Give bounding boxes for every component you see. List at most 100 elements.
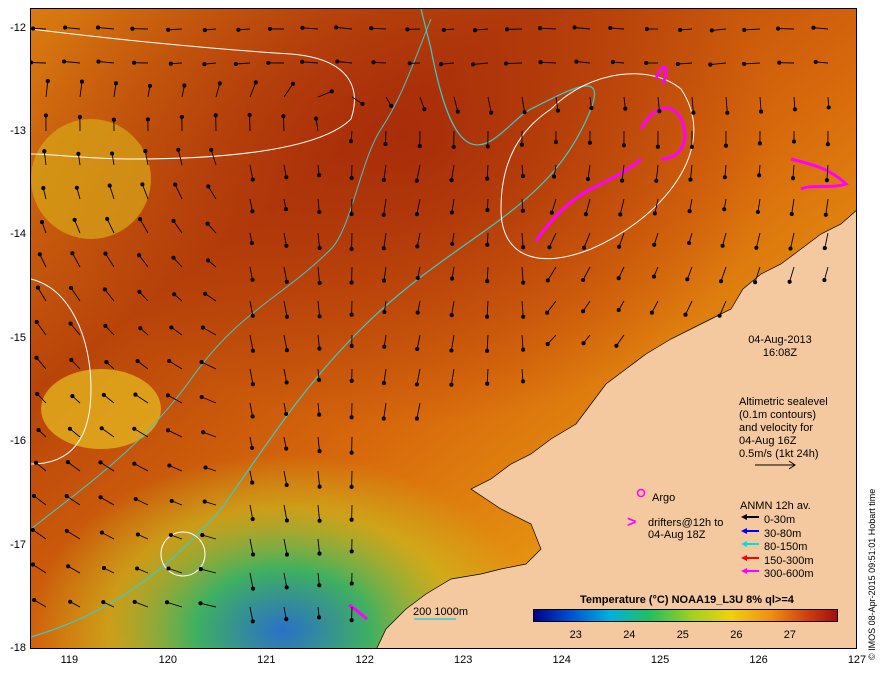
velocity-arrow-head — [317, 412, 322, 417]
velocity-arrow-head — [70, 251, 75, 256]
x-tick-label: 121 — [257, 654, 276, 666]
velocity-arrow-head — [165, 393, 171, 398]
velocity-arrow-head — [555, 108, 560, 113]
velocity-arrow-head — [70, 394, 75, 399]
velocity-arrow-head — [249, 241, 254, 246]
velocity-arrow-head — [167, 358, 172, 364]
velocity-arrow-head — [168, 61, 173, 66]
legend-depth-150-300: 150-300m — [764, 554, 814, 567]
velocity-arrow-head — [521, 314, 526, 319]
velocity-arrow-head — [31, 26, 36, 31]
velocity-arrow-head — [742, 27, 747, 32]
velocity-arrow-head — [381, 212, 386, 217]
velocity-arrow-head — [250, 445, 255, 450]
velocity-arrow-head — [349, 378, 354, 383]
velocity-arrow-head — [132, 461, 137, 466]
velocity-arrow-head — [198, 601, 203, 606]
velocity-arrow-head — [45, 79, 50, 84]
velocity-arrow-head — [281, 114, 286, 119]
velocity-arrow-head — [382, 344, 387, 349]
velocity-arrow-head — [140, 182, 145, 187]
velocity-arrow-head — [133, 392, 138, 397]
velocity-arrow-head — [574, 59, 579, 64]
legend-depth-30-80: 30-80m — [764, 527, 802, 540]
map-frame: > — [30, 8, 857, 649]
velocity-arrow-head — [583, 212, 588, 217]
velocity-arrow-head — [383, 141, 388, 147]
velocity-arrow-head — [485, 314, 490, 319]
velocity-arrow-head — [171, 218, 176, 223]
velocity-arrow-head — [41, 186, 46, 191]
velocity-arrow-head — [317, 314, 322, 319]
y-tick-label: -17 — [10, 538, 26, 551]
velocity-arrow-head — [652, 242, 657, 247]
velocity-arrow-head — [64, 528, 69, 533]
velocity-arrow-head — [589, 105, 594, 111]
y-tick-label: -13 — [10, 125, 26, 138]
velocity-arrow-head — [757, 173, 762, 178]
velocity-arrow-head — [349, 549, 354, 554]
velocity-arrow-head — [581, 341, 586, 346]
velocity-arrow-head — [250, 209, 255, 214]
velocity-arrow-head — [582, 245, 587, 250]
velocity-arrow-head — [414, 212, 419, 217]
velocity-arrow-head — [334, 25, 339, 30]
velocity-arrow-head — [754, 245, 759, 250]
velocity-arrow-head — [77, 115, 82, 120]
velocity-arrow-head — [266, 60, 271, 65]
velocity-arrow-head — [822, 278, 827, 283]
velocity-arrow-head — [537, 26, 543, 31]
legend-depth-80-150: 80-150m — [764, 541, 808, 554]
velocity-arrow-head — [649, 310, 654, 315]
velocity-arrow-head — [101, 566, 107, 571]
velocity-arrow-head — [545, 278, 550, 283]
velocity-arrow-head — [36, 427, 41, 433]
velocity-arrow-head — [621, 143, 626, 148]
velocity-arrow-head — [317, 346, 322, 351]
velocity-arrow-head — [198, 567, 203, 572]
legend-depth-0-30: 0-30m — [764, 514, 796, 527]
velocity-arrow-head — [68, 285, 74, 290]
velocity-arrow-head — [441, 27, 446, 32]
velocity-arrow-head — [415, 346, 420, 352]
velocity-arrow-head — [449, 348, 454, 353]
velocity-arrow-head — [709, 28, 714, 33]
colorbar-title: Temperature (°C) NOAA19_L3U 8% ql>=4 — [580, 594, 794, 606]
velocity-arrow-head — [644, 26, 649, 32]
velocity-arrow-head — [133, 496, 138, 502]
velocity-arrow-head — [549, 210, 554, 215]
velocity-arrow-head — [608, 25, 613, 30]
velocity-arrow-head — [617, 244, 622, 249]
velocity-arrow-head — [284, 446, 289, 451]
velocity-arrow-head — [504, 27, 509, 32]
velocity-arrow-head — [253, 80, 258, 85]
velocity-arrow-head — [614, 343, 619, 348]
velocity-arrow-head — [317, 518, 322, 523]
velocity-arrow-head — [689, 144, 694, 149]
velocity-arrow-head — [201, 430, 206, 435]
velocity-arrow-head — [349, 618, 354, 623]
velocity-arrow-head — [113, 81, 119, 86]
velocity-arrow-head — [284, 585, 289, 590]
velocity-arrow-head — [485, 279, 490, 284]
velocity-arrow-head — [792, 107, 797, 112]
velocity-arrow-head — [247, 113, 252, 118]
velocity-arrow-head — [369, 26, 374, 31]
velocity-arrow-head — [572, 25, 577, 30]
x-tick-label: 123 — [454, 654, 473, 666]
velocity-arrow — [505, 62, 523, 64]
velocity-arrow-head — [521, 280, 526, 285]
velocity-arrow-head — [42, 149, 47, 154]
velocity-arrow-head — [587, 140, 592, 145]
velocity-arrow-head — [687, 209, 692, 214]
altimetry-line: 04-Aug 16Z — [739, 435, 797, 447]
velocity-arrow-head — [250, 619, 255, 624]
velocity-arrow-head — [250, 348, 256, 353]
velocity-arrow-head — [349, 212, 354, 217]
velocity-arrow-head — [107, 183, 112, 188]
altimetry-note: Altimetric sealevel (0.1m contours) and … — [739, 396, 828, 461]
velocity-arrow-head — [651, 274, 656, 279]
velocity-arrow-head — [349, 175, 354, 181]
velocity-arrow-head — [169, 325, 174, 330]
velocity-arrow-head — [382, 309, 387, 315]
